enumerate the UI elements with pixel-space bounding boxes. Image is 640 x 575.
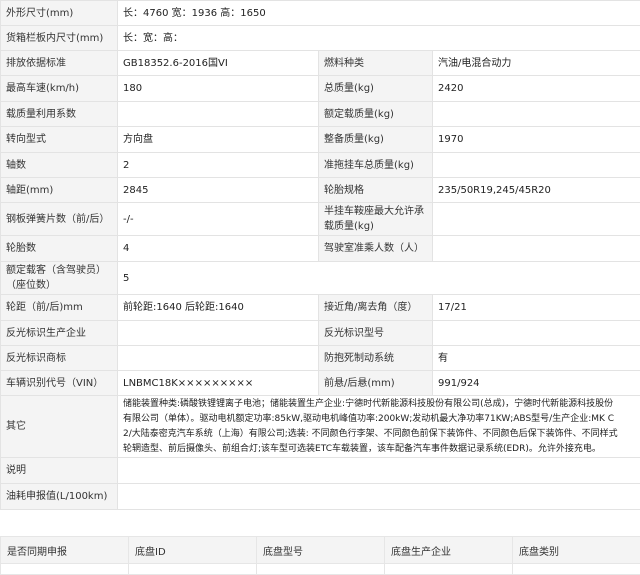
chassis-cell (385, 564, 513, 575)
cargo-box-label: 货箱栏板内尺寸(mm) (1, 26, 118, 51)
leaf-springs-label: 钢板弹簧片数（前/后） (1, 203, 118, 236)
load-factor-label: 载质量利用系数 (1, 102, 118, 127)
reflector-maker-label: 反光标识生产企业 (1, 321, 118, 346)
spec-row-leaf-springs: 钢板弹簧片数（前/后） -/- 半挂车鞍座最大允许承载质量(kg) (1, 203, 640, 236)
section-gap (0, 514, 640, 536)
reflector-model-label: 反光标识型号 (319, 321, 433, 346)
steering-type-value: 方向盘 (118, 127, 319, 153)
reflector-brand-value (118, 346, 319, 371)
approach-angle-label: 接近角/离去角（度） (319, 295, 433, 321)
chassis-header-model: 底盘型号 (257, 537, 385, 564)
spec-row-reflector-brand: 反光标识商标 防抱死制动系统 有 (1, 346, 640, 371)
dimensions-label: 外形尺寸(mm) (1, 1, 118, 26)
reflector-model-value (433, 321, 640, 346)
chassis-cell (257, 564, 385, 575)
chassis-empty-row (1, 564, 640, 575)
spec-row-steering: 转向型式 方向盘 整备质量(kg) 1970 (1, 127, 640, 153)
spec-row-other: 其它 储能装置种类:磷酸铁锂锂离子电池；储能装置生产企业:宁德时代新能源科技股份… (1, 396, 640, 458)
spec-row-wheelbase: 轴距(mm) 2845 轮胎规格 235/50R19,245/45R20 (1, 178, 640, 203)
other-notes: 储能装置种类:磷酸铁锂锂离子电池；储能装置生产企业:宁德时代新能源科技股份有限公… (118, 396, 640, 458)
vin-value: LNBMC18K××××××××× (118, 371, 319, 396)
trailer-mass-value (433, 153, 640, 178)
saddle-load-label: 半挂车鞍座最大允许承载质量(kg) (319, 203, 433, 236)
vehicle-spec-table: 外形尺寸(mm) 长：4760 宽：1936 高：1650 货箱栏板内尺寸(mm… (0, 0, 640, 510)
chassis-header-maker: 底盘生产企业 (385, 537, 513, 564)
explain-label: 说明 (1, 458, 118, 484)
vin-label: 车辆识别代号（VIN） (1, 371, 118, 396)
rated-load-value (433, 102, 640, 127)
spec-row-dimensions: 外形尺寸(mm) 长：4760 宽：1936 高：1650 (1, 1, 640, 26)
saddle-load-value (433, 203, 640, 236)
total-mass-label: 总质量(kg) (319, 76, 433, 102)
chassis-table: 是否同期申报 底盘ID 底盘型号 底盘生产企业 底盘类别 (0, 536, 640, 575)
curb-weight-value: 1970 (433, 127, 640, 153)
wheelbase-value: 2845 (118, 178, 319, 203)
track-width-label: 轮距（前/后)mm (1, 295, 118, 321)
cab-seats-value (433, 236, 640, 262)
chassis-header-row: 是否同期申报 底盘ID 底盘型号 底盘生产企业 底盘类别 (1, 537, 640, 564)
spec-row-load-factor: 载质量利用系数 额定载质量(kg) (1, 102, 640, 127)
chassis-cell (1, 564, 129, 575)
abs-label: 防抱死制动系统 (319, 346, 433, 371)
leaf-springs-value: -/- (118, 203, 319, 236)
chassis-cell (513, 564, 640, 575)
dimensions-value: 长：4760 宽：1936 高：1650 (118, 1, 640, 26)
trailer-mass-label: 准拖挂车总质量(kg) (319, 153, 433, 178)
tire-spec-value: 235/50R19,245/45R20 (433, 178, 640, 203)
chassis-header-id: 底盘ID (129, 537, 257, 564)
rated-load-label: 额定载质量(kg) (319, 102, 433, 127)
spec-row-vin: 车辆识别代号（VIN） LNBMC18K××××××××× 前悬/后悬(mm) … (1, 371, 640, 396)
chassis-header-concurrent: 是否同期申报 (1, 537, 129, 564)
spec-row-passengers: 额定载客（含驾驶员）（座位数） 5 (1, 262, 640, 295)
explain-value (118, 458, 640, 484)
tire-count-label: 轮胎数 (1, 236, 118, 262)
other-note-line: 储能装置种类:磷酸铁锂锂离子电池；储能装置生产企业:宁德时代新能源科技股份有限公… (123, 397, 635, 412)
emission-standard-value: GB18352.6-2016国VI (118, 51, 319, 76)
other-label: 其它 (1, 396, 118, 458)
spec-row-explain: 说明 (1, 458, 640, 484)
spec-row-cargo-box: 货箱栏板内尺寸(mm) 长：宽：高： (1, 26, 640, 51)
fuel-consumption-value (118, 484, 640, 510)
max-speed-label: 最高车速(km/h) (1, 76, 118, 102)
rated-passengers-label: 额定载客（含驾驶员）（座位数） (1, 262, 118, 295)
total-mass-value: 2420 (433, 76, 640, 102)
cargo-box-value: 长：宽：高： (118, 26, 640, 51)
spec-row-speed: 最高车速(km/h) 180 总质量(kg) 2420 (1, 76, 640, 102)
cab-seats-label: 驾驶室准乘人数（人） (319, 236, 433, 262)
max-speed-value: 180 (118, 76, 319, 102)
curb-weight-label: 整备质量(kg) (319, 127, 433, 153)
tire-spec-label: 轮胎规格 (319, 178, 433, 203)
spec-row-emission: 排放依据标准 GB18352.6-2016国VI 燃料种类 汽油/电混合动力 (1, 51, 640, 76)
fuel-consumption-label: 油耗申报值(L/100km) (1, 484, 118, 510)
reflector-maker-value (118, 321, 319, 346)
emission-standard-label: 排放依据标准 (1, 51, 118, 76)
wheelbase-label: 轴距(mm) (1, 178, 118, 203)
steering-type-label: 转向型式 (1, 127, 118, 153)
other-note-line: 有限公司（单体）。驱动电机额定功率:85kW,驱动电机峰值功率:200kW;发动… (123, 412, 635, 427)
reflector-brand-label: 反光标识商标 (1, 346, 118, 371)
spec-row-reflector-maker: 反光标识生产企业 反光标识型号 (1, 321, 640, 346)
axle-count-value: 2 (118, 153, 319, 178)
spec-row-tires: 轮胎数 4 驾驶室准乘人数（人） (1, 236, 640, 262)
spec-row-track: 轮距（前/后)mm 前轮距:1640 后轮距:1640 接近角/离去角（度） 1… (1, 295, 640, 321)
other-note-line: 轮辋造型、前后摄像头、前组合灯;该车型可选装ETC车载装置，该车配备汽车事件数据… (123, 442, 635, 457)
other-note-line: 2/大陆泰密克汽车系统（上海）有限公司;选装: 不同颜色行李架、不同颜色前保下装… (123, 427, 635, 442)
spec-row-axles: 轴数 2 准拖挂车总质量(kg) (1, 153, 640, 178)
fuel-type-label: 燃料种类 (319, 51, 433, 76)
overhang-value: 991/924 (433, 371, 640, 396)
tire-count-value: 4 (118, 236, 319, 262)
spec-row-fuel-consumption: 油耗申报值(L/100km) (1, 484, 640, 510)
axle-count-label: 轴数 (1, 153, 118, 178)
fuel-type-value: 汽油/电混合动力 (433, 51, 640, 76)
load-factor-value (118, 102, 319, 127)
chassis-header-category: 底盘类别 (513, 537, 640, 564)
overhang-label: 前悬/后悬(mm) (319, 371, 433, 396)
chassis-cell (129, 564, 257, 575)
approach-angle-value: 17/21 (433, 295, 640, 321)
track-width-value: 前轮距:1640 后轮距:1640 (118, 295, 319, 321)
rated-passengers-value: 5 (118, 262, 640, 295)
abs-value: 有 (433, 346, 640, 371)
